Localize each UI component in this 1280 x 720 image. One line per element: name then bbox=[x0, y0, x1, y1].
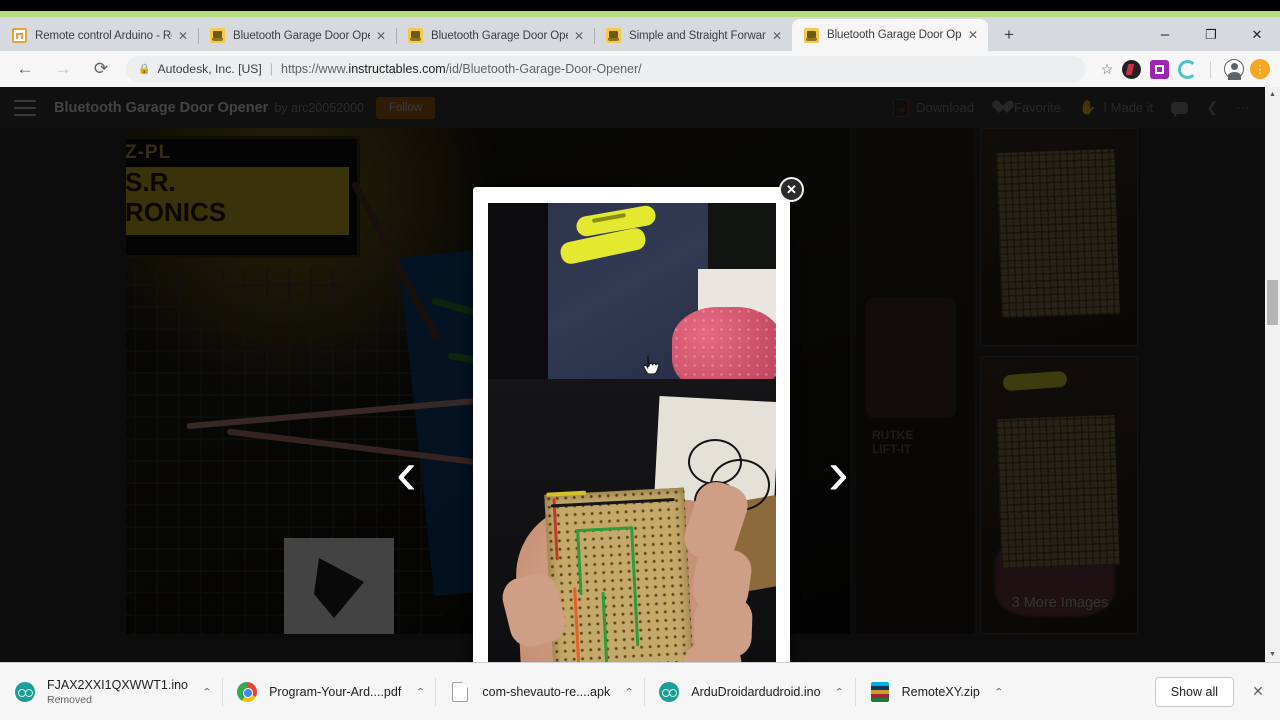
download-filename: com-shevauto-re....apk bbox=[482, 684, 611, 699]
downloads-bar-right: Show all ✕ bbox=[1154, 676, 1280, 707]
instructables-book-icon bbox=[12, 28, 27, 43]
scroll-down-button[interactable]: ▼ bbox=[1265, 647, 1280, 662]
browser-tab-2[interactable]: Bluetooth Garage Door Opene ✕ bbox=[198, 20, 396, 51]
window-top-bar bbox=[0, 0, 1280, 11]
window-controls: – ❐ ✕ bbox=[1142, 18, 1280, 51]
arduino-icon bbox=[658, 681, 680, 703]
chevron-up-icon[interactable]: ⌃ bbox=[202, 686, 212, 697]
download-status: Removed bbox=[47, 693, 92, 706]
mouse-cursor bbox=[642, 355, 662, 381]
close-icon[interactable]: ✕ bbox=[964, 26, 982, 44]
chevron-up-icon[interactable]: ⌃ bbox=[994, 686, 1004, 697]
browser-tab-3[interactable]: Bluetooth Garage Door Opene ✕ bbox=[396, 20, 594, 51]
tab-title: Remote control Arduino - Rem bbox=[35, 29, 172, 42]
page-scrollbar[interactable]: ▲ ▼ bbox=[1265, 87, 1280, 662]
chrome-menu-icon[interactable]: ⋮ bbox=[1250, 59, 1270, 79]
download-item[interactable]: ArduDroidardudroid.ino ⌃ bbox=[644, 663, 854, 720]
chrome-icon bbox=[236, 681, 258, 703]
download-filename: ArduDroidardudroid.ino bbox=[691, 684, 821, 699]
download-item[interactable]: RemoteXY.zip ⌃ bbox=[854, 663, 1014, 720]
download-item[interactable]: FJAX2XXI1QXWWT1.ino Removed ⌃ bbox=[0, 663, 222, 720]
tab-strip: Remote control Arduino - Rem ✕ Bluetooth… bbox=[0, 17, 1280, 51]
close-icon[interactable]: ✕ bbox=[570, 27, 588, 45]
extension-icon-3[interactable] bbox=[1178, 59, 1197, 79]
lightbox-next-button[interactable]: › bbox=[828, 443, 849, 505]
instructables-robot-icon bbox=[408, 28, 423, 43]
close-icon[interactable]: ✕ bbox=[768, 27, 786, 45]
page-viewport: Z-PL S.R. RONICS UNO R bbox=[0, 87, 1280, 662]
chevron-up-icon[interactable]: ⌃ bbox=[835, 686, 845, 697]
photo-perfboard bbox=[544, 487, 696, 662]
lightbox-dialog bbox=[473, 187, 790, 662]
download-filename: Program-Your-Ard....pdf bbox=[269, 684, 402, 699]
extension-icon-1[interactable] bbox=[1122, 59, 1141, 79]
forward-button[interactable]: → bbox=[46, 52, 80, 86]
browser-window: Remote control Arduino - Rem ✕ Bluetooth… bbox=[0, 0, 1280, 720]
instructables-robot-icon bbox=[804, 27, 819, 43]
lock-icon: 🔒 bbox=[138, 63, 151, 75]
download-item[interactable]: Program-Your-Ard....pdf ⌃ bbox=[222, 663, 435, 720]
zip-icon bbox=[869, 681, 891, 703]
avatar-icon[interactable] bbox=[1224, 59, 1244, 80]
toolbar-divider bbox=[1210, 60, 1211, 78]
chevron-up-icon[interactable]: ⌃ bbox=[415, 686, 425, 697]
back-button[interactable]: ← bbox=[8, 52, 42, 86]
bookmark-star-icon[interactable]: ☆ bbox=[1094, 56, 1120, 82]
minimize-button[interactable]: – bbox=[1142, 18, 1188, 51]
extension-icons bbox=[1122, 59, 1250, 80]
tab-title: Simple and Straight Forward: D bbox=[629, 29, 766, 42]
browser-tab-4[interactable]: Simple and Straight Forward: D ✕ bbox=[594, 20, 792, 51]
scroll-up-button[interactable]: ▲ bbox=[1265, 87, 1280, 102]
browser-tab-5-active[interactable]: Bluetooth Garage Door Opene ✕ bbox=[792, 19, 988, 51]
url-domain: instructables.com bbox=[348, 62, 446, 76]
scrollbar-thumb[interactable] bbox=[1267, 280, 1278, 325]
tab-title: Bluetooth Garage Door Opene bbox=[827, 29, 962, 41]
instructables-robot-icon bbox=[210, 28, 225, 43]
download-filename: FJAX2XXI1QXWWT1.ino bbox=[47, 677, 189, 692]
reload-button[interactable]: ⟳ bbox=[84, 52, 118, 86]
arduino-icon bbox=[14, 681, 36, 703]
new-tab-button[interactable]: + bbox=[994, 21, 1024, 49]
browser-tab-1[interactable]: Remote control Arduino - Rem ✕ bbox=[0, 20, 198, 51]
tab-title: Bluetooth Garage Door Opene bbox=[233, 29, 370, 42]
close-icon[interactable]: ✕ bbox=[372, 27, 390, 45]
file-icon bbox=[449, 681, 471, 703]
lightbox-image[interactable] bbox=[488, 203, 776, 662]
photo-dark-left bbox=[488, 203, 548, 403]
extension-icon-2[interactable] bbox=[1150, 59, 1169, 79]
instructables-robot-icon bbox=[606, 28, 621, 43]
lightbox-prev-button[interactable]: ‹ bbox=[396, 443, 417, 505]
security-org-label: Autodesk, Inc. [US] bbox=[157, 62, 262, 76]
close-icon[interactable]: ✕ bbox=[174, 27, 192, 45]
show-all-downloads-button[interactable]: Show all bbox=[1154, 676, 1234, 707]
omnibox-divider: | bbox=[269, 62, 274, 76]
maximize-button[interactable]: ❐ bbox=[1188, 18, 1234, 51]
chevron-up-icon[interactable]: ⌃ bbox=[624, 686, 634, 697]
browser-toolbar: ← → ⟳ 🔒 Autodesk, Inc. [US] | https://ww… bbox=[0, 51, 1280, 87]
download-filename: RemoteXY.zip bbox=[901, 684, 980, 699]
close-downloads-bar-button[interactable]: ✕ bbox=[1248, 683, 1268, 700]
downloads-bar: FJAX2XXI1QXWWT1.ino Removed ⌃ Program-Yo… bbox=[0, 662, 1280, 720]
url-path: /id/Bluetooth-Garage-Door-Opener/ bbox=[445, 62, 642, 76]
download-item[interactable]: com-shevauto-re....apk ⌃ bbox=[435, 663, 644, 720]
address-bar[interactable]: 🔒 Autodesk, Inc. [US] | https://www. ins… bbox=[126, 56, 1086, 82]
url-scheme: https://www. bbox=[281, 62, 349, 76]
window-close-button[interactable]: ✕ bbox=[1234, 18, 1280, 51]
lightbox-close-button[interactable]: ✕ bbox=[779, 177, 804, 202]
tab-title: Bluetooth Garage Door Opene bbox=[431, 29, 568, 42]
